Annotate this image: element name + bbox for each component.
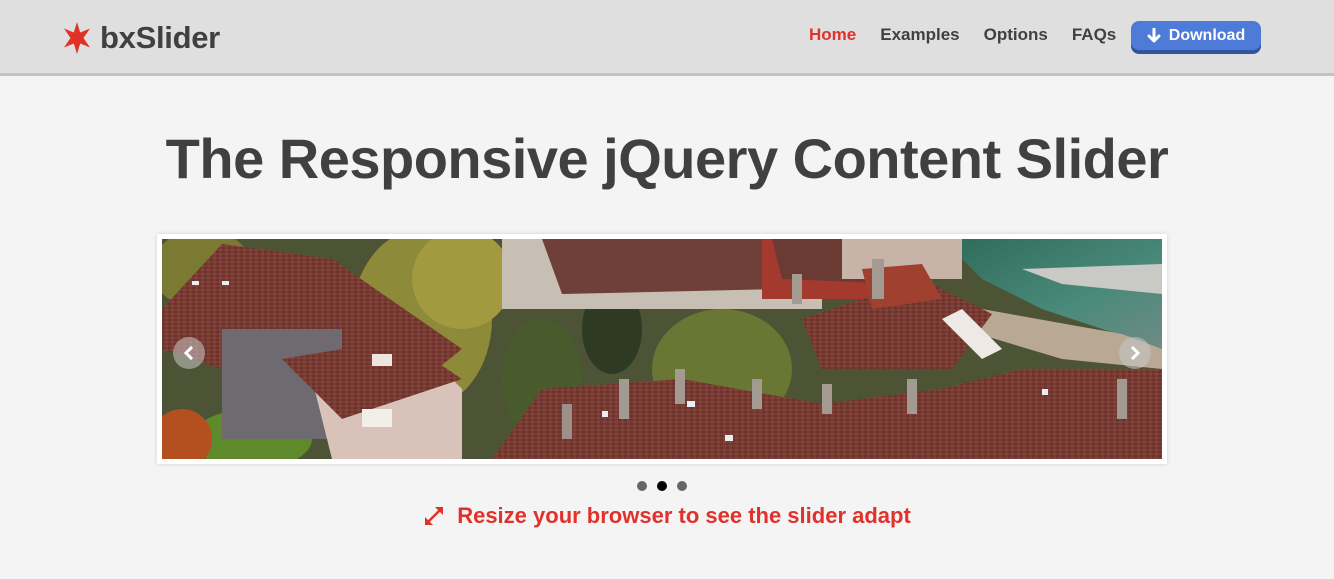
logo-text: bxSlider (100, 20, 220, 55)
arrow-down-icon (1147, 28, 1161, 43)
pager-dot-3[interactable] (677, 481, 687, 491)
main-nav: Home Examples Options FAQs (809, 22, 1140, 48)
nav-options[interactable]: Options (984, 22, 1048, 48)
page-title: The Responsive jQuery Content Slider (165, 127, 1169, 190)
logo-link[interactable]: bxSlider (62, 19, 220, 57)
caption-text: Resize your browser to see the slider ad… (457, 503, 911, 528)
slide-viewport (162, 239, 1162, 459)
resize-arrows-icon (425, 507, 444, 525)
pager-dot-2[interactable] (657, 481, 667, 491)
download-label: Download (1168, 26, 1246, 44)
download-button[interactable]: Download (1131, 21, 1261, 50)
nav-faqs[interactable]: FAQs (1072, 22, 1116, 48)
slider-prev-button[interactable] (173, 337, 205, 369)
nav-examples[interactable]: Examples (880, 22, 959, 48)
image-slider (157, 234, 1167, 464)
slider-pager (637, 481, 697, 491)
resize-caption: Resize your browser to see the slider ad… (0, 503, 1334, 529)
slider-next-button[interactable] (1119, 337, 1151, 369)
site-header: bxSlider Home Examples Options FAQs Down… (0, 0, 1334, 76)
star-icon (64, 22, 90, 54)
nav-home[interactable]: Home (809, 22, 856, 48)
slide-image (162, 239, 1162, 459)
chevron-right-icon (1130, 346, 1141, 360)
pager-dot-1[interactable] (637, 481, 647, 491)
chevron-left-icon (183, 346, 194, 360)
